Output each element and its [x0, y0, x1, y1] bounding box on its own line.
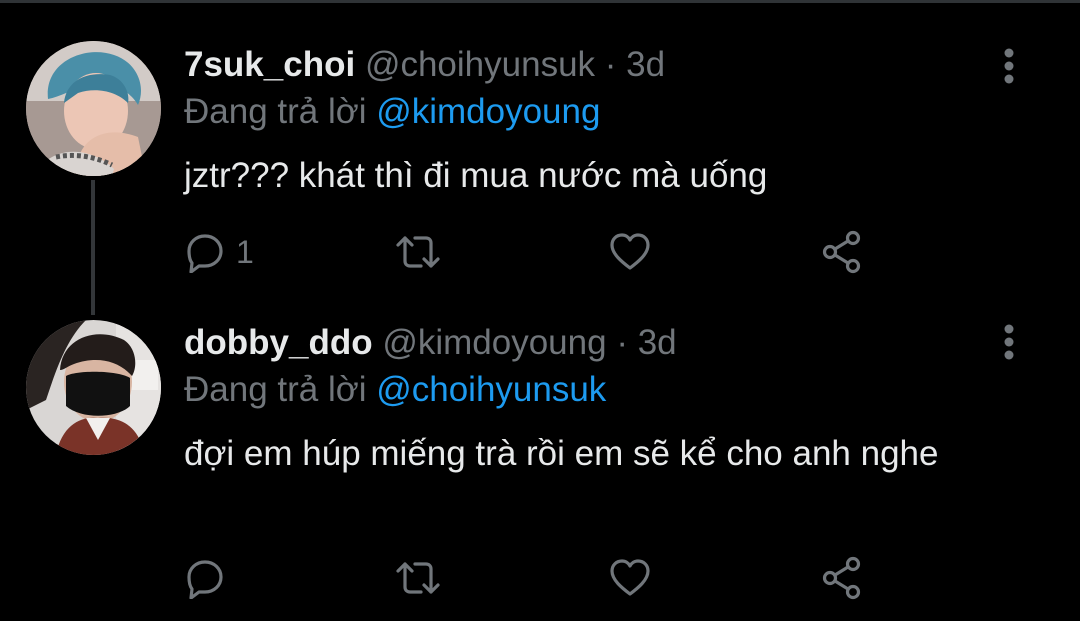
tweet-header: dobby_ddo @kimdoyoung · 3d [184, 323, 677, 363]
avatar-photo [26, 41, 161, 176]
tweet-header: 7suk_choi @choihyunsuk · 3d [184, 45, 665, 85]
retweet-icon [396, 236, 440, 268]
avatar-photo [26, 320, 161, 455]
tweet[interactable]: dobby_ddo @kimdoyoung · 3d Đang trả lời … [0, 300, 1080, 621]
replying-to: Đang trả lời @choihyunsuk [184, 370, 606, 410]
retweet-button[interactable] [394, 553, 442, 603]
heart-icon [610, 559, 650, 596]
share-button[interactable] [820, 553, 864, 603]
replying-to-label: Đang trả lời [184, 92, 367, 131]
replying-to-label: Đang trả lời [184, 370, 367, 409]
more-vertical-icon [1004, 48, 1014, 84]
retweet-button[interactable] [394, 227, 442, 277]
tweet-text: jztr??? khát thì đi mua nước mà uống [184, 156, 768, 195]
retweet-icon [396, 562, 440, 594]
avatar[interactable] [26, 320, 161, 455]
tweet-text: đợi em húp miếng trà rồi em sẽ kể cho an… [184, 434, 939, 473]
reply-icon [187, 234, 223, 273]
separator-dot: · [604, 45, 617, 84]
separator-dot: · [616, 323, 628, 362]
tweet[interactable]: 7suk_choi @choihyunsuk · 3d Đang trả lời… [0, 0, 1080, 315]
reply-button[interactable] [184, 553, 236, 603]
reply-icon [187, 560, 223, 599]
share-icon [822, 556, 861, 600]
reply-button[interactable]: 1 [184, 227, 254, 277]
display-name[interactable]: 7suk_choi [184, 45, 355, 84]
timestamp[interactable]: 3d [626, 45, 665, 84]
display-name[interactable]: dobby_ddo [184, 323, 373, 362]
heart-icon [610, 233, 650, 270]
replying-to: Đang trả lời @kimdoyoung [184, 92, 600, 132]
more-button[interactable] [994, 44, 1024, 88]
more-vertical-icon [1004, 324, 1014, 360]
user-handle[interactable]: @choihyunsuk [365, 45, 595, 84]
like-button[interactable] [608, 553, 652, 603]
more-button[interactable] [994, 320, 1024, 364]
mention-link[interactable]: @choihyunsuk [376, 370, 606, 409]
action-bar: 1 [184, 227, 884, 277]
timestamp[interactable]: 3d [638, 323, 677, 362]
thread-line [91, 180, 95, 315]
action-bar [184, 553, 884, 603]
mention-link[interactable]: @kimdoyoung [376, 92, 600, 131]
share-icon [822, 230, 861, 274]
user-handle[interactable]: @kimdoyoung [382, 323, 606, 362]
share-button[interactable] [820, 227, 864, 277]
reply-count: 1 [236, 233, 254, 270]
like-button[interactable] [608, 227, 652, 277]
avatar[interactable] [26, 41, 161, 176]
